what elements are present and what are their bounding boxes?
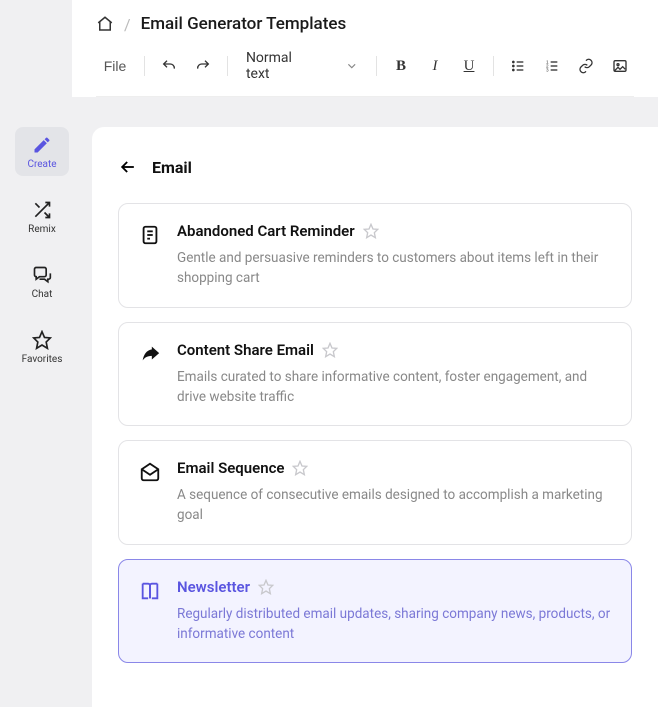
link-icon [578,58,594,74]
card-title-row: Abandoned Cart Reminder [177,222,611,240]
home-icon[interactable] [96,15,114,33]
card-body: Abandoned Cart Reminder Gentle and persu… [177,222,611,289]
content-title: Email [152,158,192,177]
shuffle-icon [32,200,52,220]
undo-icon [161,58,177,74]
redo-icon [195,58,211,74]
template-card-email-sequence[interactable]: Email Sequence A sequence of consecutive… [118,440,632,545]
sidebar: Create Remix Chat Favorites [0,127,72,707]
numbered-list-icon: 123 [544,58,560,74]
toolbar-divider [144,56,145,76]
star-icon [32,330,52,350]
content-panel: Email Abandoned Cart Reminder Gentle and… [92,127,658,707]
sidebar-item-label: Remix [28,224,56,235]
share-arrow-icon [139,343,161,365]
bullet-list-button[interactable] [504,51,532,81]
main-area: Create Remix Chat Favorites Email Abando… [0,97,658,707]
header-bar: / Email Generator Templates File Normal … [72,0,658,97]
toolbar-divider [227,56,228,76]
envelope-open-icon [139,461,161,483]
bullet-list-icon [510,58,526,74]
bold-button[interactable]: B [387,51,415,81]
favorite-star-icon[interactable] [363,223,379,239]
sidebar-item-label: Chat [32,289,53,300]
chat-icon [32,265,52,285]
breadcrumb: / Email Generator Templates [96,14,634,34]
template-card-content-share[interactable]: Content Share Email Emails curated to sh… [118,322,632,427]
card-title: Email Sequence [177,459,284,477]
svg-text:3: 3 [546,67,549,72]
favorite-star-icon[interactable] [322,342,338,358]
redo-button[interactable] [189,51,217,81]
card-title-row: Newsletter [177,578,611,596]
card-title: Abandoned Cart Reminder [177,222,355,240]
card-description: Regularly distributed email updates, sha… [177,604,611,645]
numbered-list-button[interactable]: 123 [538,51,566,81]
sidebar-item-create[interactable]: Create [15,127,69,176]
underline-button[interactable]: U [455,51,483,81]
card-description: Emails curated to share informative cont… [177,367,611,408]
format-select[interactable]: Normal text [238,50,366,82]
sidebar-item-favorites[interactable]: Favorites [15,322,69,371]
sidebar-item-remix[interactable]: Remix [15,192,69,241]
card-body: Email Sequence A sequence of consecutive… [177,459,611,526]
pencil-icon [32,135,52,155]
image-icon [612,58,628,74]
link-button[interactable] [572,51,600,81]
back-arrow-icon[interactable] [118,157,138,177]
template-card-newsletter[interactable]: Newsletter Regularly distributed email u… [118,559,632,664]
favorite-star-icon[interactable] [258,579,274,595]
card-body: Newsletter Regularly distributed email u… [177,578,611,645]
book-open-icon [139,580,161,602]
page-title: Email Generator Templates [141,14,347,34]
card-title-row: Email Sequence [177,459,611,477]
card-description: Gentle and persuasive reminders to custo… [177,248,611,289]
card-description: A sequence of consecutive emails designe… [177,485,611,526]
file-menu[interactable]: File [96,51,134,81]
card-title: Content Share Email [177,341,314,359]
card-body: Content Share Email Emails curated to sh… [177,341,611,408]
sidebar-item-label: Create [27,159,56,170]
breadcrumb-separator: / [124,15,131,34]
card-title: Newsletter [177,578,250,596]
content-header: Email [118,157,632,177]
document-icon [139,224,161,246]
chevron-down-icon [345,59,359,73]
sidebar-item-chat[interactable]: Chat [15,257,69,306]
format-select-label: Normal text [246,50,317,82]
image-button[interactable] [606,51,634,81]
editor-toolbar: File Normal text B I U 123 [96,50,634,97]
toolbar-divider [493,56,494,76]
sidebar-item-label: Favorites [22,354,63,365]
template-card-abandoned-cart[interactable]: Abandoned Cart Reminder Gentle and persu… [118,203,632,308]
favorite-star-icon[interactable] [292,460,308,476]
card-title-row: Content Share Email [177,341,611,359]
toolbar-divider [376,56,377,76]
italic-button[interactable]: I [421,51,449,81]
undo-button[interactable] [155,51,183,81]
